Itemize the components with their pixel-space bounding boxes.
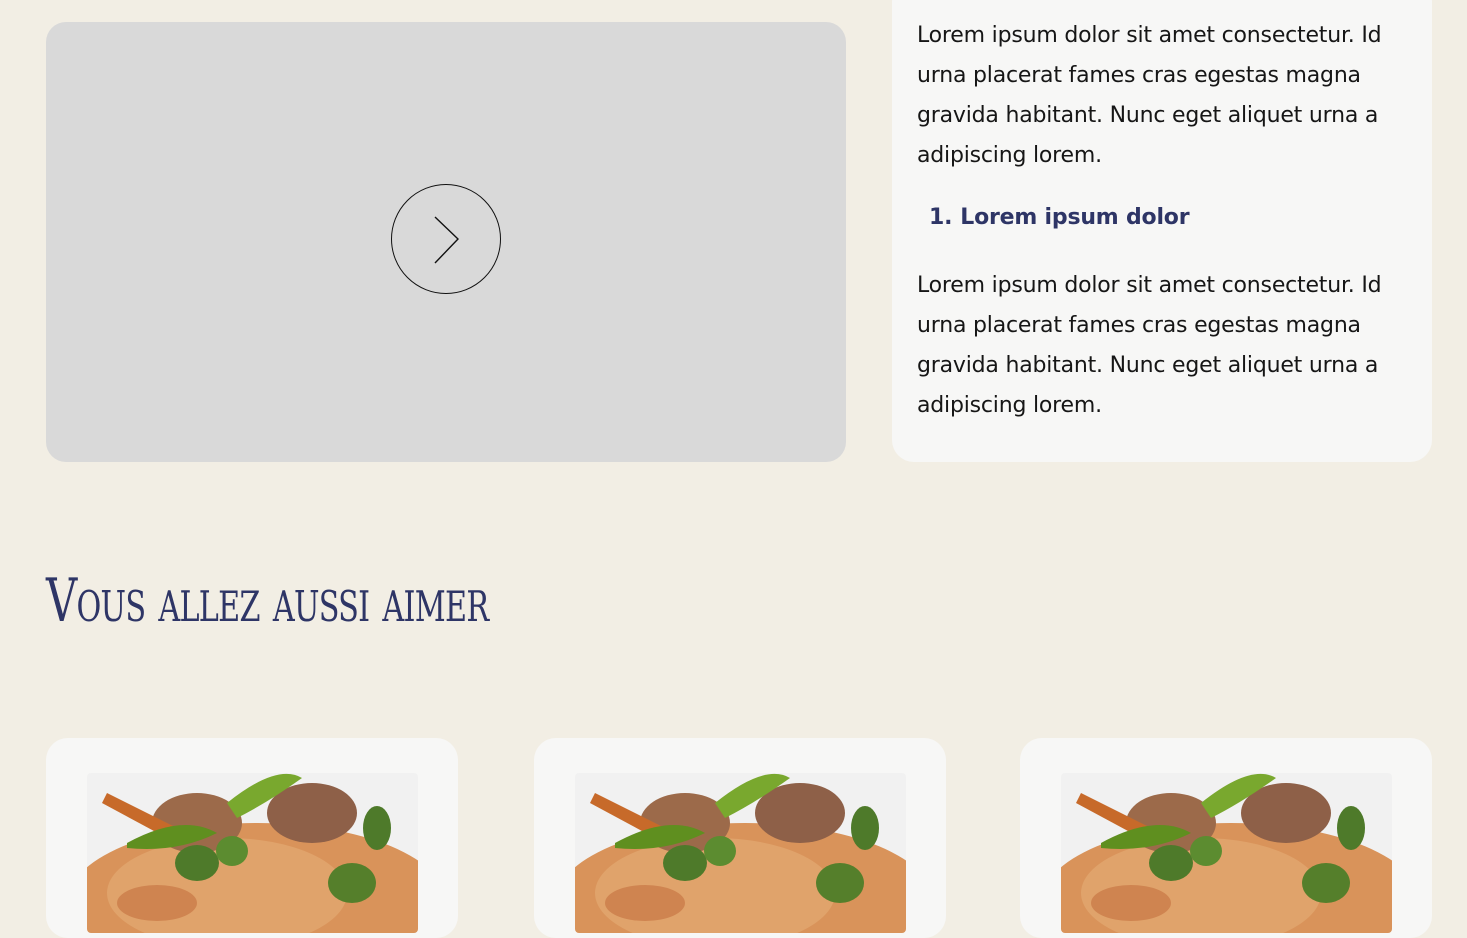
description-card: Lorem ipsum dolor sit amet consectetur. … [892,0,1432,462]
recommendation-card[interactable] [1020,738,1432,938]
recommendation-card[interactable] [46,738,458,938]
recommendation-card[interactable] [534,738,946,938]
play-chevron-icon [434,216,459,264]
section-title: Vous allez aussi aimer [46,566,489,636]
video-player[interactable] [46,22,846,462]
description-paragraph: Lorem ipsum dolor sit amet consectetur. … [917,23,1382,168]
list-item-number: 1. [929,205,953,230]
play-button[interactable] [391,184,501,294]
list-item-text: Lorem ipsum dolor [960,205,1190,230]
rice-dish-image [1061,773,1392,933]
description-paragraph: Lorem ipsum dolor sit amet consectetur. … [917,273,1382,418]
ordered-list-item: 1. Lorem ipsum dolor [929,205,1190,230]
rice-dish-image [575,773,906,933]
rice-dish-image [87,773,418,933]
